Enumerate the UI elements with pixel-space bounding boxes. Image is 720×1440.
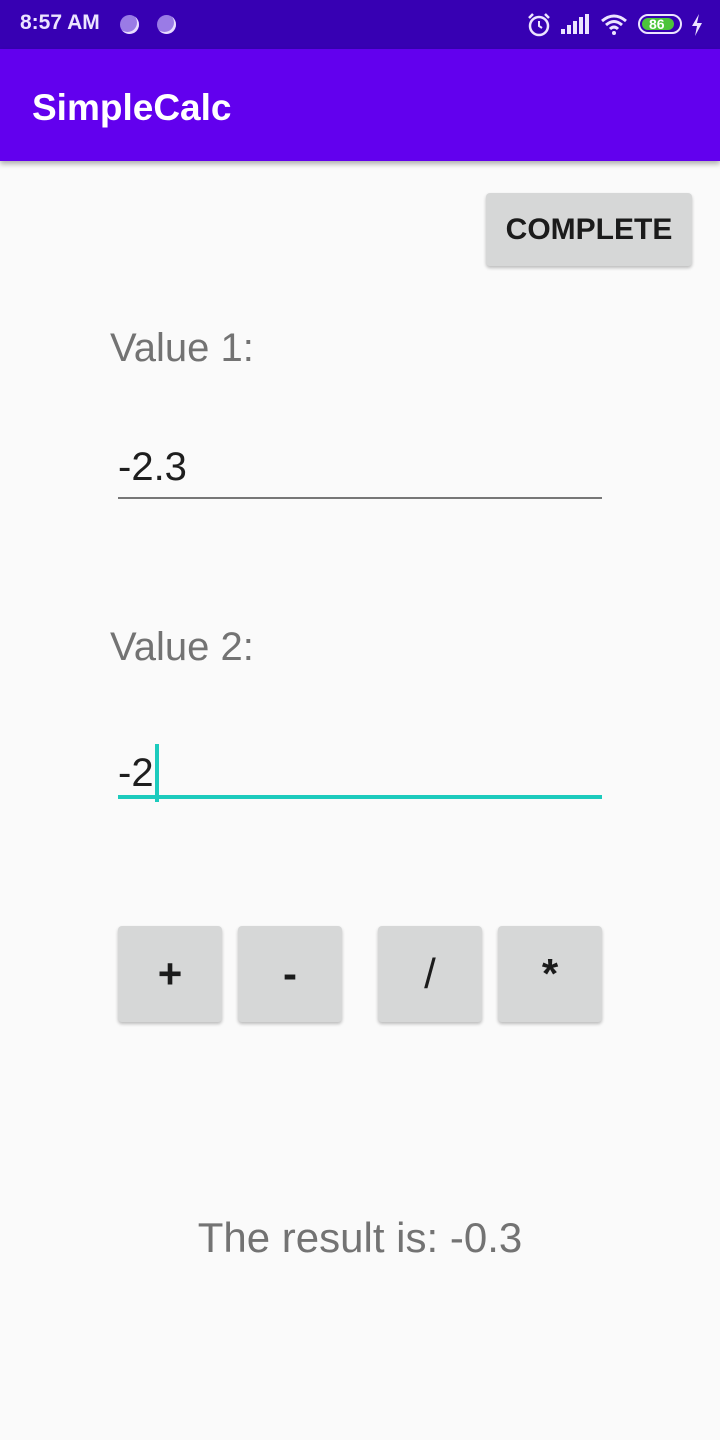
add-button[interactable]: + [118,926,222,1022]
result-text: The result is: -0.3 [197,1214,523,1261]
complete-button[interactable]: COMPLETE [486,193,692,266]
alarm-icon [528,13,550,37]
value1-label: Value 1: [110,326,254,370]
notification-dot-icon [120,15,139,34]
value1-text: -2.3 [118,445,187,489]
status-bar: 8:57 AM 86 [0,0,720,49]
subtract-button[interactable]: - [238,926,342,1022]
signal-icon [561,14,589,34]
wifi-icon [601,14,627,35]
value2-text: -2 [118,751,154,795]
battery-icon: 86 [638,14,682,34]
charging-icon [692,14,702,36]
value2-label: Value 2: [110,625,254,669]
divide-button[interactable]: / [378,926,482,1022]
multiply-button[interactable]: * [498,926,602,1022]
value2-underline [118,795,602,799]
status-time: 8:57 AM [20,11,100,34]
value2-input[interactable]: -2 [118,738,602,802]
app-title: SimpleCalc [32,87,232,128]
notification-dot-icon [157,15,176,34]
value1-underline [118,497,602,499]
battery-level: 86 [649,16,665,32]
value1-input[interactable]: -2.3 [118,439,602,499]
text-cursor [154,744,159,802]
app-bar: SimpleCalc [0,49,720,161]
